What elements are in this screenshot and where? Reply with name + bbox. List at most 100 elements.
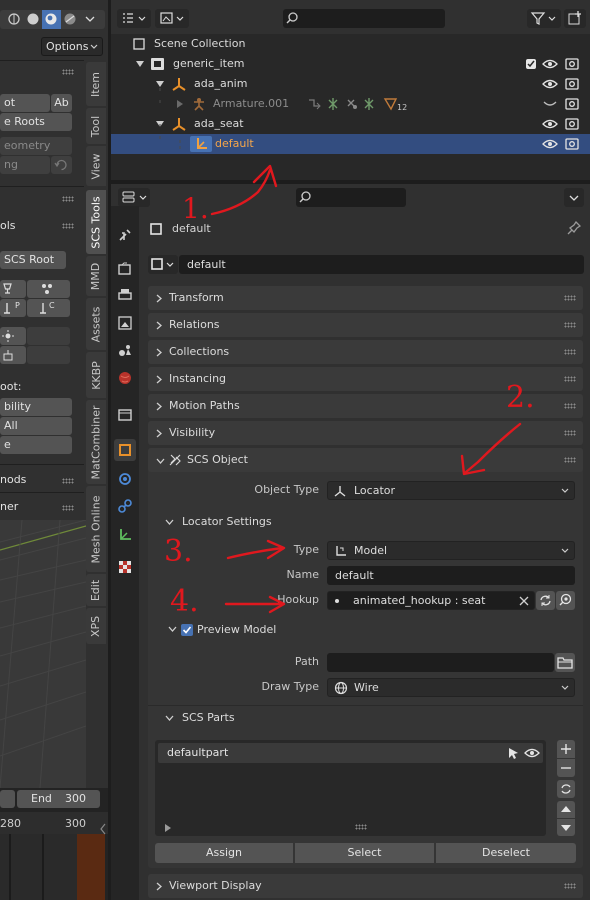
locator-type-dropdown[interactable]: Model [327,541,575,560]
filter-dropdown[interactable] [527,9,561,28]
outliner-row-default[interactable]: default [111,134,590,154]
panel-grip[interactable] [62,223,74,229]
list-item[interactable]: defaultpart [158,743,543,763]
panel-grip[interactable] [62,196,74,202]
options-dropdown[interactable] [564,188,584,207]
hookup-search-button[interactable] [556,591,575,610]
outliner-row-generic-item[interactable]: generic_item [111,54,590,74]
locator-collision-button[interactable] [27,280,70,298]
collapse-arrow-icon[interactable] [99,822,107,836]
panel-grip[interactable] [564,430,576,436]
pin-icon[interactable] [567,221,581,235]
tab-object[interactable] [114,439,136,461]
armature-data-icons[interactable] [307,97,407,112]
all-button[interactable]: All [0,417,72,435]
tab-constraints[interactable] [114,495,136,517]
start-frame-field[interactable] [0,790,15,808]
options-dropdown[interactable]: Options [41,37,103,56]
outliner-row-armature[interactable]: Armature.001 12 [111,94,590,114]
tab-texture[interactable] [114,556,136,578]
object-type-dropdown[interactable]: Locator [327,481,575,500]
frame-ruler[interactable]: 280 300 [0,812,108,834]
panel-transform[interactable]: Transform [148,286,583,310]
panel-grip[interactable] [564,403,576,409]
filter-view-dropdown[interactable] [155,9,189,28]
move-up-button[interactable] [557,801,575,818]
tab-data[interactable] [114,524,136,546]
remove-part-button[interactable] [557,759,575,777]
panel-grip[interactable] [62,478,74,484]
browse-path-button[interactable] [555,653,575,672]
viewport-area[interactable] [0,520,86,788]
tab-assets[interactable]: Assets [86,298,106,350]
tab-item[interactable]: Item [86,62,106,106]
panel-viewport-display[interactable]: Viewport Display [148,874,583,898]
tab-tool[interactable]: Tool [86,108,106,144]
preview-model-checkbox[interactable] [181,624,193,636]
object-name-field[interactable]: default [179,255,584,274]
panel-relations[interactable]: Relations [148,313,583,337]
outliner-row-scene-collection[interactable]: Scene Collection [111,34,590,54]
search-input[interactable] [283,9,445,28]
deselect-button[interactable]: Deselect [436,843,576,863]
panel-visibility[interactable]: Visibility [148,421,583,445]
exclude-checkbox[interactable] [525,58,537,70]
find-roots-button[interactable]: e Roots [0,113,72,131]
refresh-parts-button[interactable] [557,780,575,798]
scs-root-button[interactable]: SCS Root [0,251,66,269]
visibility-button[interactable]: bility [0,398,72,416]
panel-grip[interactable] [564,349,576,355]
locator-p-button[interactable]: P [0,299,26,317]
sun-button[interactable] [0,327,26,345]
outliner-row-ada-seat[interactable]: ada_seat [111,114,590,134]
expand-arrow-icon[interactable] [177,100,183,108]
move-down-button[interactable] [557,819,575,836]
tab-tool[interactable] [114,224,136,246]
ng-button[interactable]: ng [0,156,50,174]
object-browse-dropdown[interactable] [148,255,178,274]
tab-mesh-online[interactable]: Mesh Online [86,486,106,572]
properties-search-input[interactable] [296,188,406,207]
locator-prefab-button[interactable] [0,280,26,298]
draw-type-dropdown[interactable]: Wire [327,678,575,697]
geometry-button[interactable]: eometry [0,137,72,155]
subpanel-scs-parts[interactable]: SCS Parts [155,706,575,730]
hookup-refresh-button[interactable] [536,591,555,610]
tab-physics[interactable] [114,468,136,490]
set-root-button[interactable]: ot [0,94,50,112]
text-tool-button[interactable]: Ab [51,94,72,112]
tab-xps[interactable]: XPS [86,608,106,644]
expand-arrow-icon[interactable] [156,81,164,87]
path-field[interactable] [327,653,554,672]
subpanel-locator-settings[interactable]: Locator Settings [155,510,575,534]
tab-collection[interactable] [114,404,136,426]
select-button[interactable]: Select [295,843,434,863]
keyframe-area[interactable] [0,834,80,900]
expand-arrow-icon[interactable] [136,61,144,67]
expand-arrow-icon[interactable] [156,121,164,127]
end-frame-field[interactable]: End 300 [17,790,100,808]
outliner-row-ada-anim[interactable]: ada_anim [111,74,590,94]
list-resize-grip[interactable] [355,824,367,830]
lamp-button[interactable] [0,346,26,364]
tab-mmd[interactable]: MMD [86,256,106,296]
panel-grip[interactable] [62,69,74,75]
tab-edit[interactable]: Edit [86,574,106,606]
tab-matcombiner[interactable]: MatCombiner [86,400,106,484]
eye-icon[interactable] [524,747,540,759]
hookup-field[interactable]: animated_hookup : seat [327,591,535,610]
panel-grip[interactable] [564,883,576,889]
tab-scs-tools[interactable]: SCS Tools [86,190,106,254]
panel-grip[interactable] [564,322,576,328]
new-collection-button[interactable] [564,9,586,28]
select-cursor-icon[interactable] [507,747,519,759]
tab-render[interactable] [114,258,136,280]
locator-c-button[interactable]: C [27,299,70,317]
display-mode-dropdown[interactable] [117,9,151,28]
tab-kkbp[interactable]: KKBP [86,352,106,398]
locator-name-field[interactable]: default [327,566,575,585]
panel-collections[interactable]: Collections [148,340,583,364]
add-part-button[interactable] [557,740,575,758]
panel-grip[interactable] [62,505,74,511]
shading-mode-icons[interactable] [0,8,108,30]
